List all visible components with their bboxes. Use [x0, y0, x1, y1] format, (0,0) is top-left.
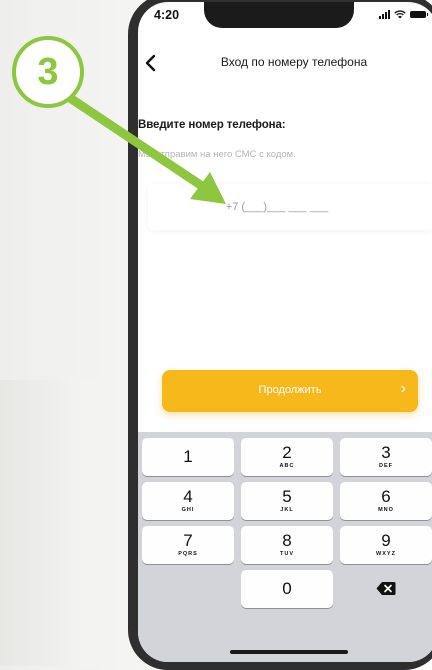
status-time: 4:20 — [154, 8, 180, 22]
numeric-keypad: 1 2 ABC 3 DEF 4 GHI 5 JKL 6 MNO 7 PQRS 8… — [138, 432, 432, 662]
key-letters: PQRS — [178, 551, 198, 557]
key-1[interactable]: 1 — [142, 438, 234, 476]
key-letters: TUV — [280, 551, 294, 557]
signal-icon — [379, 10, 390, 19]
key-digit: 2 — [282, 443, 292, 462]
key-5[interactable]: 5 JKL — [241, 482, 333, 520]
key-digit: 7 — [183, 531, 193, 550]
key-letters: WXYZ — [376, 551, 396, 557]
key-digit: 0 — [282, 579, 292, 598]
form-title: Введите номер телефона: — [138, 119, 286, 131]
key-9[interactable]: 9 WXYZ — [340, 526, 432, 564]
key-0[interactable]: 0 — [241, 570, 333, 608]
status-icons — [379, 10, 428, 19]
key-8[interactable]: 8 TUV — [241, 526, 333, 564]
key-letters: MNO — [378, 507, 394, 513]
notch — [204, 2, 354, 28]
key-digit: 6 — [381, 487, 391, 506]
key-3[interactable]: 3 DEF — [340, 438, 432, 476]
step-number: 3 — [37, 51, 59, 93]
key-digit: 1 — [183, 447, 193, 466]
continue-button-label: Продолжить — [258, 384, 322, 396]
step-badge: 3 — [12, 36, 84, 108]
continue-button[interactable]: Продолжить › — [162, 370, 418, 412]
chevron-right-icon: › — [400, 380, 406, 397]
backspace-icon — [376, 582, 396, 595]
key-7[interactable]: 7 PQRS — [142, 526, 234, 564]
wifi-icon — [394, 10, 406, 19]
key-letters: DEF — [379, 463, 393, 469]
form-subtitle: Мы отправим на него СМС с кодом. — [138, 149, 296, 160]
nav-bar: Вход по номеру телефона — [138, 50, 432, 78]
phone-input[interactable] — [148, 184, 432, 230]
key-letters: GHI — [181, 507, 195, 513]
key-digit: 9 — [381, 531, 391, 550]
key-digit: 8 — [282, 531, 292, 550]
key-letters: JKL — [280, 507, 294, 513]
key-digit: 3 — [381, 443, 391, 462]
key-6[interactable]: 6 MNO — [340, 482, 432, 520]
battery-icon — [410, 11, 428, 18]
key-letters: ABC — [279, 463, 295, 469]
phone-input-container — [148, 184, 432, 230]
key-4[interactable]: 4 GHI — [142, 482, 234, 520]
key-2[interactable]: 2 ABC — [241, 438, 333, 476]
phone-screen: 4:20 Вход по номеру телефона Введите ном… — [138, 2, 432, 662]
page-title: Вход по номеру телефона — [220, 55, 368, 69]
home-indicator — [230, 650, 348, 654]
key-digit: 5 — [282, 487, 292, 506]
background-shade — [0, 380, 140, 666]
delete-key[interactable] — [340, 570, 432, 608]
key-digit: 4 — [183, 487, 193, 506]
